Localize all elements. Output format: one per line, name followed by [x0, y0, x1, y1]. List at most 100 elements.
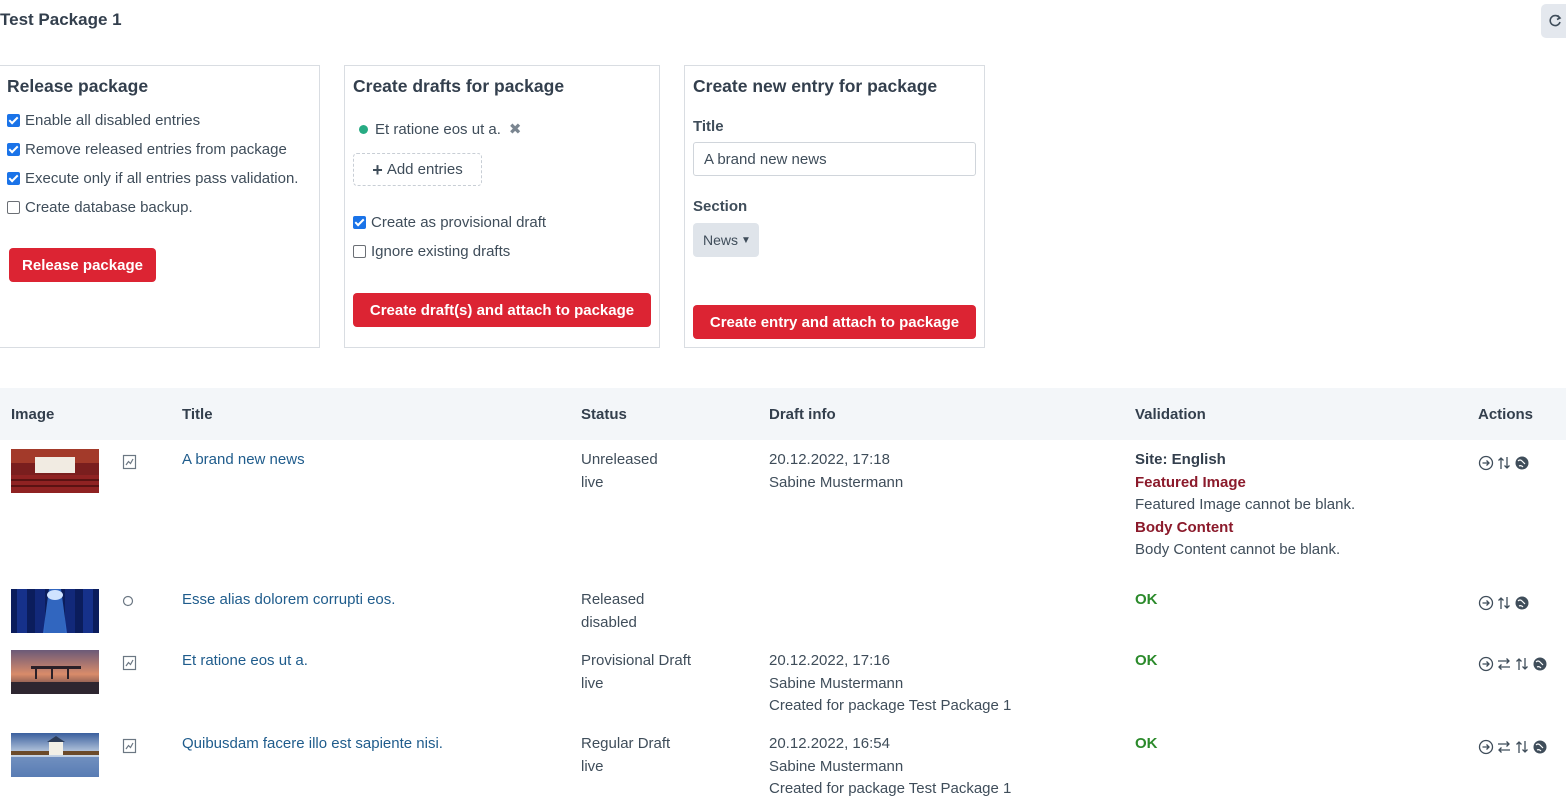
status-text: Regular Draft [581, 735, 671, 752]
view-icon[interactable] [1478, 739, 1494, 755]
column-header-actions: Actions [1478, 406, 1534, 423]
checkbox-checked[interactable] [7, 143, 20, 156]
column-header-draft-info: Draft info [769, 406, 836, 423]
section-field-label: Section [693, 198, 748, 215]
option-label: Remove released entries from package [25, 141, 287, 158]
compare-icon[interactable] [1496, 739, 1512, 755]
row-actions [1478, 739, 1548, 755]
status-text: Provisional Draft [581, 652, 692, 669]
entry-title-cell: A brand new news [182, 449, 305, 472]
remove-entry-icon[interactable]: ✖ [509, 120, 522, 138]
entry-title-link[interactable]: Esse alias dolorem corrupti eos. [182, 591, 395, 608]
entry-title-cell: Et ratione eos ut a. [182, 650, 308, 673]
validation-cell: OK [1135, 650, 1158, 673]
refresh-button[interactable] [1541, 4, 1566, 38]
sort-icon[interactable] [1496, 595, 1512, 611]
globe-icon[interactable] [1514, 595, 1530, 611]
option-label: Create as provisional draft [371, 214, 547, 231]
section-select[interactable]: News ▼ [693, 223, 759, 257]
status-cell: Provisional Draft live [581, 650, 691, 695]
entry-title-link[interactable]: Et ratione eos ut a. [182, 652, 308, 669]
validation-cell: OK [1135, 589, 1158, 612]
draft-info-cell: 20.12.2022, 17:16 Sabine Mustermann Crea… [769, 650, 1011, 718]
validation-ok: OK [1135, 652, 1158, 669]
option-label: Create database backup. [25, 199, 193, 216]
entry-thumbnail [11, 589, 99, 633]
draft-note: Created for package Test Package 1 [769, 697, 1012, 714]
status-state: live [581, 473, 604, 491]
validation-error-field: Featured Image [1135, 473, 1246, 491]
view-icon[interactable] [1478, 656, 1494, 672]
option-execute-if-valid[interactable]: Execute only if all entries pass validat… [7, 170, 298, 187]
status-state: disabled [581, 613, 637, 631]
refresh-icon [1549, 14, 1562, 27]
entry-title-link[interactable]: A brand new news [182, 451, 305, 468]
create-drafts-panel: Create drafts for package Et ratione eos… [344, 65, 660, 348]
sort-icon[interactable] [1514, 739, 1530, 755]
option-ignore-existing[interactable]: Ignore existing drafts [353, 243, 510, 260]
option-provisional-draft[interactable]: Create as provisional draft [353, 214, 546, 231]
column-header-image: Image [11, 406, 55, 423]
status-text: Unreleased [581, 451, 658, 468]
sort-icon[interactable] [1496, 455, 1512, 471]
validation-error-field: Body Content [1135, 518, 1234, 536]
release-panel-heading: Release package [7, 76, 149, 96]
draft-timestamp: 20.12.2022, 17:16 [769, 652, 890, 669]
sort-icon[interactable] [1514, 656, 1530, 672]
selected-entry: Et ratione eos ut a. ✖ [359, 120, 522, 138]
validation-ok: OK [1135, 591, 1158, 608]
draft-info-cell: 20.12.2022, 17:18 Sabine Mustermann [769, 449, 903, 494]
entry-thumbnail [11, 733, 99, 777]
plus-icon: + [372, 159, 383, 180]
checkbox-checked[interactable] [7, 172, 20, 185]
new-entry-panel-heading: Create new entry for package [693, 76, 938, 96]
checkbox-unchecked[interactable] [353, 245, 366, 258]
add-entries-button[interactable]: + Add entries [353, 153, 482, 186]
draft-author: Sabine Mustermann [769, 473, 904, 491]
globe-icon[interactable] [1532, 656, 1548, 672]
option-remove-released[interactable]: Remove released entries from package [7, 141, 287, 158]
page-title: Test Package 1 [0, 10, 122, 29]
compare-icon[interactable] [1496, 656, 1512, 672]
create-entry-button[interactable]: Create entry and attach to package [693, 305, 976, 339]
option-label: Ignore existing drafts [371, 243, 511, 260]
validation-ok: OK [1135, 735, 1158, 752]
section-select-value: News [703, 232, 739, 248]
status-cell: Unreleased live [581, 449, 658, 494]
draft-timestamp: 20.12.2022, 16:54 [769, 735, 890, 752]
draft-info-cell: 20.12.2022, 16:54 Sabine Mustermann Crea… [769, 733, 1011, 801]
chart-icon [122, 454, 137, 475]
selected-entry-title: Et ratione eos ut a. [375, 120, 501, 138]
entry-title-cell: Esse alias dolorem corrupti eos. [182, 589, 395, 612]
column-header-status: Status [581, 406, 627, 423]
option-enable-disabled[interactable]: Enable all disabled entries [7, 112, 200, 129]
create-drafts-button[interactable]: Create draft(s) and attach to package [353, 293, 651, 327]
checkbox-unchecked[interactable] [7, 201, 20, 214]
status-cell: Regular Draft live [581, 733, 670, 778]
draft-author: Sabine Mustermann [769, 757, 904, 775]
view-icon[interactable] [1478, 455, 1494, 471]
row-actions [1478, 656, 1548, 672]
draft-author: Sabine Mustermann [769, 674, 904, 692]
view-icon[interactable] [1478, 595, 1494, 611]
table-header: Image Title Status Draft info Validation… [0, 388, 1566, 440]
draft-note: Created for package Test Package 1 [769, 780, 1012, 797]
entry-thumbnail [11, 650, 99, 694]
globe-icon[interactable] [1532, 739, 1548, 755]
entry-title-link[interactable]: Quibusdam facere illo est sapiente nisi. [182, 735, 443, 752]
release-package-button[interactable]: Release package [9, 248, 156, 282]
checkbox-checked[interactable] [353, 216, 366, 229]
chart-icon [122, 738, 137, 759]
column-header-validation: Validation [1135, 406, 1206, 423]
checkbox-checked[interactable] [7, 114, 20, 127]
validation-cell: Site: English Featured Image Featured Im… [1135, 449, 1355, 562]
entry-thumbnail [11, 449, 99, 493]
title-input[interactable]: A brand new news [693, 142, 976, 176]
entry-title-cell: Quibusdam facere illo est sapiente nisi. [182, 733, 443, 756]
row-actions [1478, 595, 1530, 611]
status-dot-icon [359, 124, 368, 134]
status-state: live [581, 757, 604, 775]
validation-site: Site: English [1135, 451, 1226, 468]
option-database-backup[interactable]: Create database backup. [7, 199, 193, 216]
globe-icon[interactable] [1514, 455, 1530, 471]
